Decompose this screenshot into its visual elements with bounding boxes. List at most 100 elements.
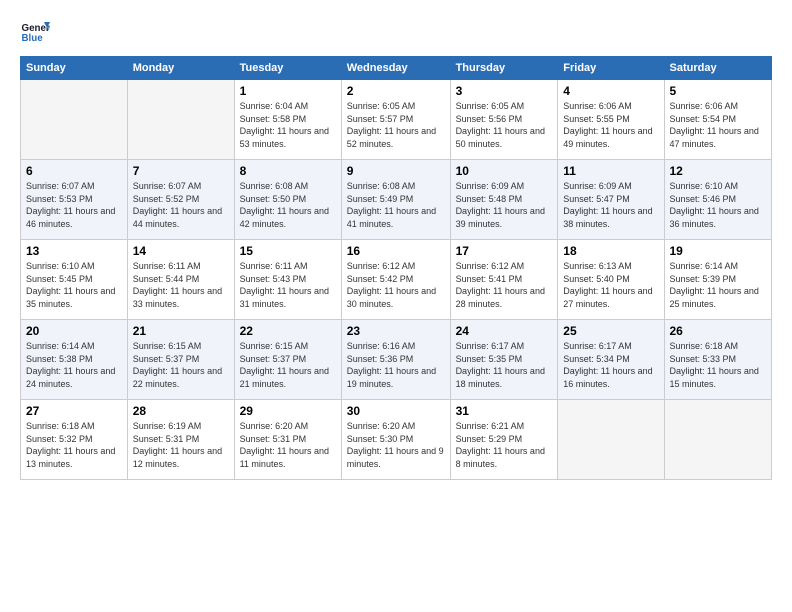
col-thursday: Thursday: [450, 57, 558, 80]
calendar-day-cell: 24 Sunrise: 6:17 AMSunset: 5:35 PMDayligh…: [450, 320, 558, 400]
calendar-day-cell: 30 Sunrise: 6:20 AMSunset: 5:30 PMDayligh…: [341, 400, 450, 480]
day-info: Sunrise: 6:07 AMSunset: 5:52 PMDaylight:…: [133, 180, 229, 230]
day-number: 12: [670, 164, 767, 178]
day-info: Sunrise: 6:07 AMSunset: 5:53 PMDaylight:…: [26, 180, 122, 230]
day-number: 16: [347, 244, 445, 258]
calendar-day-cell: 17 Sunrise: 6:12 AMSunset: 5:41 PMDayligh…: [450, 240, 558, 320]
day-number: 24: [456, 324, 553, 338]
calendar-day-cell: 1Sunrise: 6:04 AMSunset: 5:58 PMDaylight…: [234, 80, 341, 160]
calendar-day-cell: 19Sunrise: 6:14 AMSunset: 5:39 PMDayligh…: [664, 240, 772, 320]
day-info: Sunrise: 6:15 AMSunset: 5:37 PMDaylight:…: [133, 340, 229, 390]
day-number: 27: [26, 404, 122, 418]
day-number: 4: [563, 84, 658, 98]
day-number: 26: [670, 324, 767, 338]
calendar-day-cell: 21 Sunrise: 6:15 AMSunset: 5:37 PMDayligh…: [127, 320, 234, 400]
day-number: 29: [240, 404, 336, 418]
calendar-day-cell: 9Sunrise: 6:08 AMSunset: 5:49 PMDaylight…: [341, 160, 450, 240]
calendar-day-cell: 27 Sunrise: 6:18 AMSunset: 5:32 PMDayligh…: [21, 400, 128, 480]
day-info: Sunrise: 6:09 AMSunset: 5:47 PMDaylight:…: [563, 180, 658, 230]
day-info: Sunrise: 6:14 AMSunset: 5:38 PMDaylight:…: [26, 340, 122, 390]
col-saturday: Saturday: [664, 57, 772, 80]
day-info: Sunrise: 6:11 AMSunset: 5:44 PMDaylight:…: [133, 260, 229, 310]
calendar-week-row: 13 Sunrise: 6:10 AMSunset: 5:45 PMDayligh…: [21, 240, 772, 320]
logo-icon: General Blue: [20, 16, 50, 46]
day-info: Sunrise: 6:13 AMSunset: 5:40 PMDaylight:…: [563, 260, 658, 310]
day-info: Sunrise: 6:12 AMSunset: 5:41 PMDaylight:…: [456, 260, 553, 310]
calendar-day-cell: [21, 80, 128, 160]
day-number: 23: [347, 324, 445, 338]
day-number: 13: [26, 244, 122, 258]
day-number: 20: [26, 324, 122, 338]
calendar-day-cell: 5Sunrise: 6:06 AMSunset: 5:54 PMDaylight…: [664, 80, 772, 160]
day-info: Sunrise: 6:06 AMSunset: 5:55 PMDaylight:…: [563, 100, 658, 150]
calendar-day-cell: 20 Sunrise: 6:14 AMSunset: 5:38 PMDayligh…: [21, 320, 128, 400]
day-info: Sunrise: 6:20 AMSunset: 5:31 PMDaylight:…: [240, 420, 336, 470]
day-info: Sunrise: 6:18 AMSunset: 5:33 PMDaylight:…: [670, 340, 767, 390]
calendar-day-cell: 4 Sunrise: 6:06 AMSunset: 5:55 PMDaylight…: [558, 80, 664, 160]
day-info: Sunrise: 6:09 AMSunset: 5:48 PMDaylight:…: [456, 180, 553, 230]
col-wednesday: Wednesday: [341, 57, 450, 80]
calendar-header-row: Sunday Monday Tuesday Wednesday Thursday…: [21, 57, 772, 80]
calendar-day-cell: 6 Sunrise: 6:07 AMSunset: 5:53 PMDaylight…: [21, 160, 128, 240]
calendar-day-cell: 14 Sunrise: 6:11 AMSunset: 5:44 PMDayligh…: [127, 240, 234, 320]
calendar-day-cell: 29 Sunrise: 6:20 AMSunset: 5:31 PMDayligh…: [234, 400, 341, 480]
calendar-day-cell: 3 Sunrise: 6:05 AMSunset: 5:56 PMDaylight…: [450, 80, 558, 160]
calendar-day-cell: 25Sunrise: 6:17 AMSunset: 5:34 PMDayligh…: [558, 320, 664, 400]
day-number: 28: [133, 404, 229, 418]
calendar-day-cell: 18 Sunrise: 6:13 AMSunset: 5:40 PMDayligh…: [558, 240, 664, 320]
calendar-day-cell: 26 Sunrise: 6:18 AMSunset: 5:33 PMDayligh…: [664, 320, 772, 400]
day-number: 10: [456, 164, 553, 178]
calendar-day-cell: 16 Sunrise: 6:12 AMSunset: 5:42 PMDayligh…: [341, 240, 450, 320]
calendar-day-cell: 12 Sunrise: 6:10 AMSunset: 5:46 PMDayligh…: [664, 160, 772, 240]
calendar-day-cell: 22 Sunrise: 6:15 AMSunset: 5:37 PMDayligh…: [234, 320, 341, 400]
day-info: Sunrise: 6:12 AMSunset: 5:42 PMDaylight:…: [347, 260, 445, 310]
day-number: 14: [133, 244, 229, 258]
day-number: 17: [456, 244, 553, 258]
day-info: Sunrise: 6:18 AMSunset: 5:32 PMDaylight:…: [26, 420, 122, 470]
col-friday: Friday: [558, 57, 664, 80]
day-info: Sunrise: 6:10 AMSunset: 5:45 PMDaylight:…: [26, 260, 122, 310]
day-number: 15: [240, 244, 336, 258]
day-info: Sunrise: 6:11 AMSunset: 5:43 PMDaylight:…: [240, 260, 336, 310]
calendar-day-cell: 11 Sunrise: 6:09 AMSunset: 5:47 PMDayligh…: [558, 160, 664, 240]
calendar-week-row: 27 Sunrise: 6:18 AMSunset: 5:32 PMDayligh…: [21, 400, 772, 480]
day-number: 7: [133, 164, 229, 178]
calendar-week-row: 1Sunrise: 6:04 AMSunset: 5:58 PMDaylight…: [21, 80, 772, 160]
day-info: Sunrise: 6:05 AMSunset: 5:56 PMDaylight:…: [456, 100, 553, 150]
col-tuesday: Tuesday: [234, 57, 341, 80]
calendar-day-cell: 7 Sunrise: 6:07 AMSunset: 5:52 PMDaylight…: [127, 160, 234, 240]
calendar-day-cell: 28Sunrise: 6:19 AMSunset: 5:31 PMDayligh…: [127, 400, 234, 480]
day-number: 30: [347, 404, 445, 418]
day-info: Sunrise: 6:20 AMSunset: 5:30 PMDaylight:…: [347, 420, 445, 470]
day-number: 11: [563, 164, 658, 178]
svg-text:Blue: Blue: [22, 33, 44, 44]
day-number: 21: [133, 324, 229, 338]
calendar-day-cell: [127, 80, 234, 160]
day-info: Sunrise: 6:10 AMSunset: 5:46 PMDaylight:…: [670, 180, 767, 230]
day-info: Sunrise: 6:05 AMSunset: 5:57 PMDaylight:…: [347, 100, 445, 150]
day-info: Sunrise: 6:17 AMSunset: 5:35 PMDaylight:…: [456, 340, 553, 390]
day-info: Sunrise: 6:04 AMSunset: 5:58 PMDaylight:…: [240, 100, 336, 150]
col-monday: Monday: [127, 57, 234, 80]
day-number: 18: [563, 244, 658, 258]
day-info: Sunrise: 6:08 AMSunset: 5:50 PMDaylight:…: [240, 180, 336, 230]
calendar-week-row: 6 Sunrise: 6:07 AMSunset: 5:53 PMDaylight…: [21, 160, 772, 240]
day-info: Sunrise: 6:21 AMSunset: 5:29 PMDaylight:…: [456, 420, 553, 470]
calendar-day-cell: [558, 400, 664, 480]
calendar-day-cell: [664, 400, 772, 480]
day-number: 6: [26, 164, 122, 178]
logo: General Blue: [20, 16, 50, 46]
calendar: Sunday Monday Tuesday Wednesday Thursday…: [20, 56, 772, 480]
day-number: 3: [456, 84, 553, 98]
day-number: 8: [240, 164, 336, 178]
day-info: Sunrise: 6:17 AMSunset: 5:34 PMDaylight:…: [563, 340, 658, 390]
calendar-day-cell: 10 Sunrise: 6:09 AMSunset: 5:48 PMDayligh…: [450, 160, 558, 240]
day-number: 31: [456, 404, 553, 418]
day-info: Sunrise: 6:15 AMSunset: 5:37 PMDaylight:…: [240, 340, 336, 390]
day-number: 22: [240, 324, 336, 338]
calendar-week-row: 20 Sunrise: 6:14 AMSunset: 5:38 PMDayligh…: [21, 320, 772, 400]
calendar-day-cell: 13 Sunrise: 6:10 AMSunset: 5:45 PMDayligh…: [21, 240, 128, 320]
calendar-day-cell: 31 Sunrise: 6:21 AMSunset: 5:29 PMDayligh…: [450, 400, 558, 480]
day-number: 5: [670, 84, 767, 98]
day-number: 9: [347, 164, 445, 178]
